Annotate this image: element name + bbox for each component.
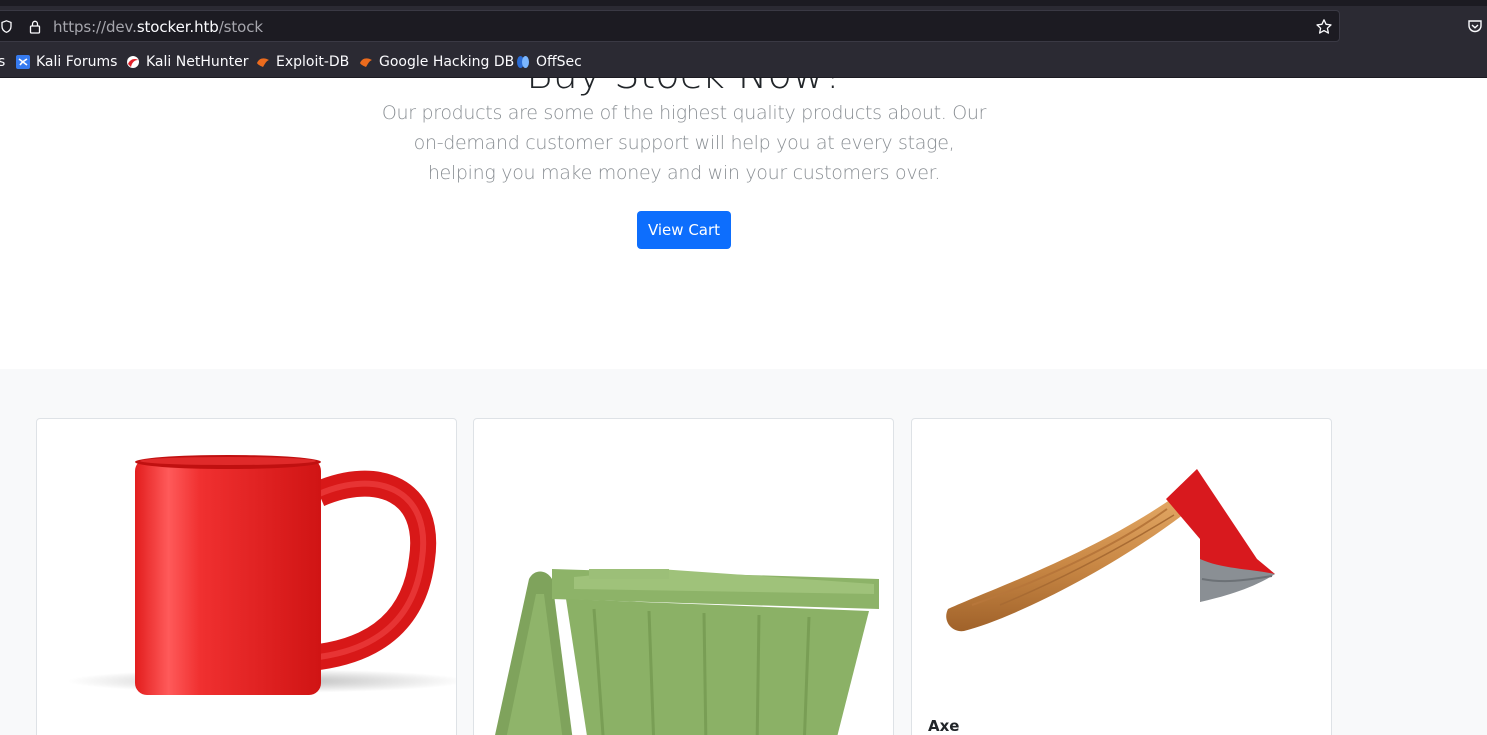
bookmark-label: Exploit-DB	[276, 54, 350, 70]
navigation-bar: https://dev.stocker.htb/stock	[0, 6, 1487, 46]
bookmark-label: s	[0, 54, 6, 70]
url-text[interactable]: https://dev.stocker.htb/stock	[53, 18, 263, 36]
product-card[interactable]	[473, 418, 894, 735]
bookmark-label: Google Hacking DB	[379, 54, 515, 70]
products-section: Axe	[0, 369, 1487, 735]
product-card[interactable]: Axe	[911, 418, 1332, 735]
bookmark-label: Kali Forums	[36, 54, 118, 70]
bookmark-offsec[interactable]: OffSec	[516, 53, 582, 71]
product-name: Axe	[928, 717, 960, 735]
kali-nethunter-icon	[127, 56, 139, 68]
url-prefix: https://dev.	[53, 18, 137, 36]
url-path: /stock	[218, 18, 263, 36]
kali-forums-icon	[16, 55, 30, 69]
exploit-db-icon	[257, 58, 269, 67]
lock-icon[interactable]	[29, 20, 41, 34]
bookmark-label: OffSec	[536, 54, 582, 70]
bookmark-kali-forums[interactable]: Kali Forums	[16, 53, 117, 71]
hero-heading: Buy Stock Now!	[0, 78, 1367, 98]
bookmarks-toolbar: s Kali Forums Kali NetHunter Exploit-DB …	[0, 46, 1487, 78]
page-content: Buy Stock Now! Our products are some of …	[0, 78, 1487, 735]
product-image-green-bin[interactable]	[474, 419, 894, 735]
bookmark-label: Kali NetHunter	[146, 54, 249, 70]
product-card[interactable]	[36, 418, 457, 735]
url-host: stocker.htb	[136, 18, 219, 36]
bookmark-kali-nethunter[interactable]: Kali NetHunter	[126, 53, 248, 71]
bookmark-google-hacking-db[interactable]: Google Hacking DB	[359, 53, 514, 71]
offsec-icon	[517, 56, 529, 68]
ghdb-icon	[360, 58, 372, 67]
address-bar[interactable]: https://dev.stocker.htb/stock	[0, 10, 1340, 42]
pocket-icon[interactable]	[1467, 18, 1483, 34]
hero-description: Our products are some of the highest qua…	[381, 102, 987, 184]
view-cart-button[interactable]: View Cart	[637, 211, 731, 249]
product-image-red-mug[interactable]	[37, 419, 457, 735]
bookmark-star-icon[interactable]	[1315, 18, 1333, 36]
tracking-protection-shield-icon[interactable]	[1, 20, 12, 33]
product-image-axe[interactable]	[912, 419, 1332, 735]
bookmark-exploit-db[interactable]: Exploit-DB	[256, 53, 349, 71]
bookmark-partial[interactable]: s	[0, 53, 5, 71]
